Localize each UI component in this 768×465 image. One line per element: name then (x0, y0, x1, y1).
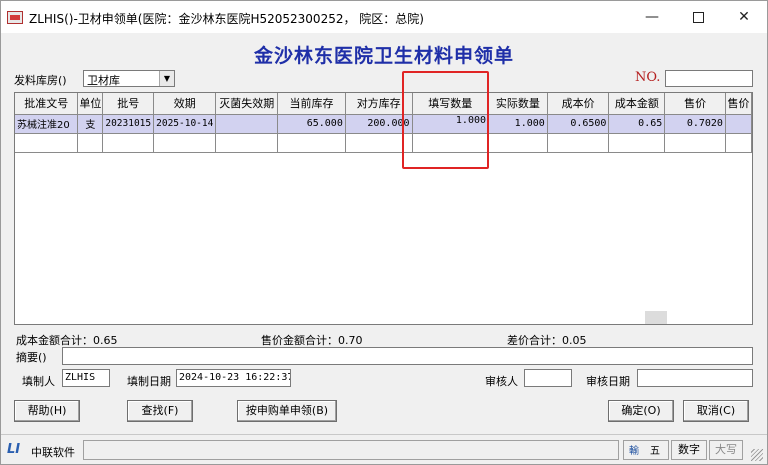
app-window: ZLHIS()-卫材申领单(医院：金沙林东医院H52052300252， 院区：… (0, 0, 768, 465)
status-bar: LI 中联软件 輸 五 数字 大写 (1, 434, 767, 464)
num-lock-indicator: 数字 (671, 440, 707, 460)
warehouse-label: 发料库房() (14, 74, 67, 87)
close-icon: ✕ (738, 9, 750, 25)
no-label: NO. (635, 70, 661, 85)
resize-grip-icon[interactable] (751, 449, 763, 461)
table-row[interactable] (15, 133, 752, 153)
col-header[interactable]: 实际数量 (488, 93, 548, 115)
col-header[interactable]: 批号 (102, 93, 155, 115)
remark-input[interactable] (62, 347, 753, 365)
empty-cell[interactable] (102, 133, 155, 153)
warehouse-select-value: 卫材库 (87, 74, 120, 87)
creator-label: 填制人 (22, 375, 55, 388)
empty-cell[interactable] (153, 133, 217, 153)
caps-lock-indicator: 大写 (709, 440, 743, 460)
title-bar: ZLHIS()-卫材申领单(医院：金沙林东医院H52052300252， 院区：… (1, 1, 767, 33)
create-date-label: 填制日期 (127, 375, 171, 388)
cell-batch-no[interactable]: 20231015 (102, 114, 155, 134)
ime-pane[interactable]: 輸 五 (623, 440, 669, 460)
empty-cell[interactable] (77, 133, 104, 153)
cell-actual-qty[interactable]: 1.000 (488, 114, 548, 134)
creator-input[interactable]: ZLHIS (62, 369, 110, 387)
audit-date-label: 审核日期 (586, 375, 630, 388)
col-header[interactable]: 成本价 (547, 93, 610, 115)
cell-expiry[interactable]: 2025-10-14 (153, 114, 217, 134)
col-header[interactable]: 批准文号 (15, 93, 79, 115)
col-header[interactable]: 单位 (77, 93, 104, 115)
horizontal-scroll-thumb[interactable] (645, 311, 667, 324)
diff-total: 差价合计：0.05 (507, 334, 587, 347)
auditor-input[interactable] (524, 369, 572, 387)
empty-cell[interactable] (547, 133, 610, 153)
empty-cell[interactable] (488, 133, 548, 153)
empty-cell[interactable] (15, 133, 79, 153)
warehouse-select[interactable]: 卫材库 ▼ (83, 70, 175, 87)
cell-sterile-expiry[interactable] (215, 114, 279, 134)
company-logo-icon: LI (7, 442, 21, 457)
col-header[interactable]: 效期 (153, 93, 217, 115)
cost-total: 成本金额合计：0.65 (16, 334, 118, 347)
cancel-button[interactable]: 取消(C) (683, 400, 749, 422)
company-name: 中联软件 (31, 446, 75, 459)
status-pane (83, 440, 619, 460)
sale-total: 售价金额合计：0.70 (261, 334, 363, 347)
ime-icon: 輸 (629, 446, 639, 457)
create-date-input[interactable]: 2024-10-23 16:22:37 (176, 369, 291, 387)
no-input[interactable] (665, 70, 753, 87)
empty-cell[interactable] (277, 133, 346, 153)
minimize-icon: — (645, 9, 659, 25)
cell-unit[interactable]: 支 (77, 114, 104, 134)
grid-header-row: 批准文号 单位 批号 效期 灭菌失效期 当前库存 对方库存 填写数量 实际数量 … (15, 93, 752, 115)
cell-sale-amount[interactable] (725, 114, 752, 134)
col-header[interactable]: 售价 (664, 93, 726, 115)
col-header[interactable]: 售价 (725, 93, 752, 115)
maximize-icon (692, 11, 704, 23)
empty-cell[interactable] (725, 133, 752, 153)
col-header[interactable]: 成本金额 (608, 93, 666, 115)
cell-cost-amount[interactable]: 0.65 (608, 114, 666, 134)
table-row[interactable]: 苏械注准20 支 20231015 2025-10-14 65.000 200.… (15, 114, 752, 134)
chevron-down-icon[interactable]: ▼ (159, 71, 174, 86)
cell-current-stock[interactable]: 65.000 (277, 114, 346, 134)
items-grid[interactable]: 批准文号 单位 批号 效期 灭菌失效期 当前库存 对方库存 填写数量 实际数量 … (14, 92, 753, 325)
cell-sale-price[interactable]: 0.7020 (664, 114, 726, 134)
by-purchase-button[interactable]: 按申购单申领(B) (237, 400, 337, 422)
col-header[interactable]: 当前库存 (277, 93, 346, 115)
minimize-button[interactable]: — (629, 1, 675, 33)
help-button[interactable]: 帮助(H) (14, 400, 80, 422)
empty-cell[interactable] (608, 133, 666, 153)
cell-cost-price[interactable]: 0.6500 (547, 114, 610, 134)
auditor-label: 审核人 (485, 375, 518, 388)
remark-label: 摘要() (16, 351, 47, 364)
cell-approval-no[interactable]: 苏械注准20 (15, 114, 79, 134)
ok-button[interactable]: 确定(O) (608, 400, 674, 422)
empty-cell[interactable] (215, 133, 279, 153)
empty-cell[interactable] (664, 133, 726, 153)
form-heading: 金沙林东医院卫生材料申领单 (253, 45, 514, 67)
highlight-box (402, 71, 489, 169)
col-header[interactable]: 灭菌失效期 (215, 93, 279, 115)
close-button[interactable]: ✕ (721, 1, 767, 33)
audit-date-input[interactable] (637, 369, 753, 387)
ime-mode-icon: 五 (650, 446, 660, 457)
maximize-button[interactable] (675, 1, 721, 33)
find-button[interactable]: 查找(F) (127, 400, 193, 422)
app-icon (7, 11, 23, 24)
window-title: ZLHIS()-卫材申领单(医院：金沙林东医院H52052300252， 院区：… (29, 12, 424, 26)
